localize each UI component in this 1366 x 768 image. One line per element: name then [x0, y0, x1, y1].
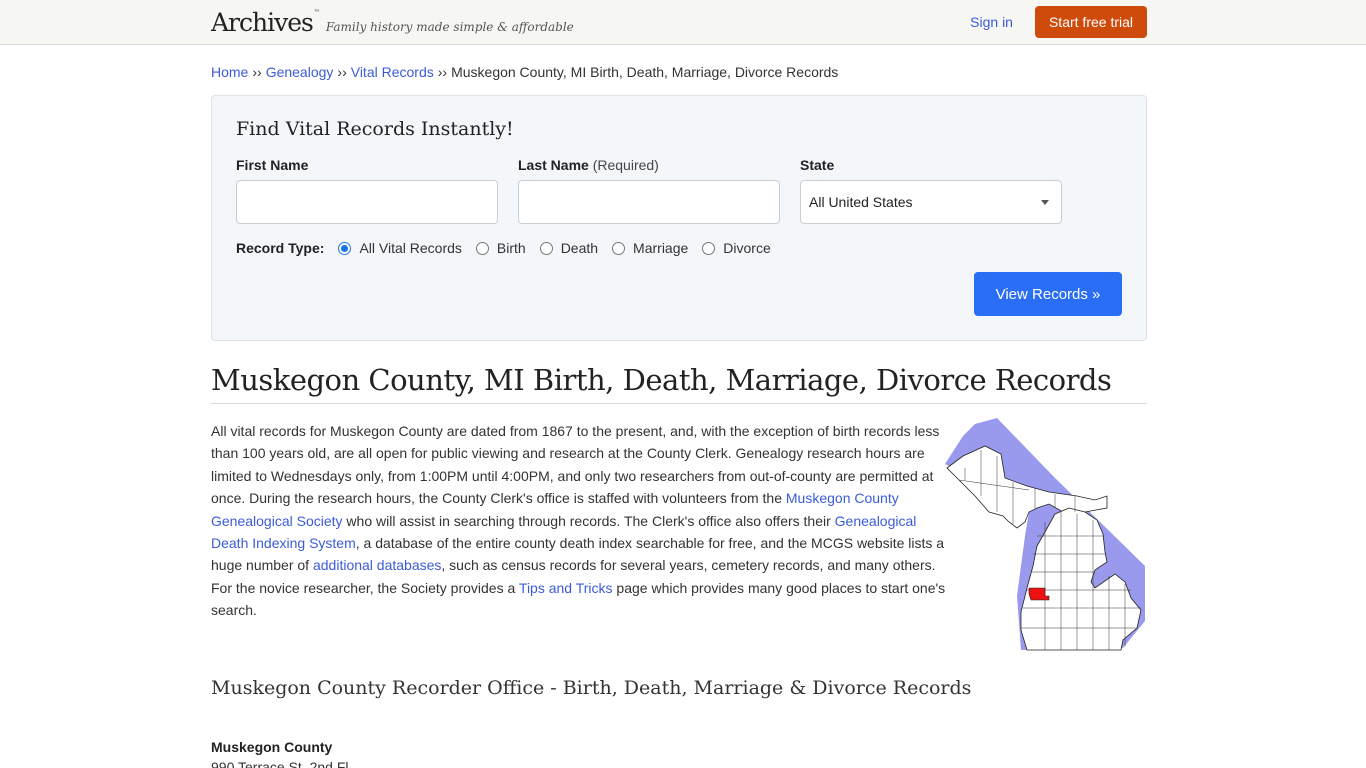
radio-button[interactable]: [475, 241, 489, 255]
state-label: State: [800, 157, 835, 173]
chevron-down-icon: [1041, 199, 1049, 205]
record-type-group: Record Type: All Vital Records Birth Dea…: [236, 240, 1122, 256]
recorder-office-section-title: Muskegon County Recorder Office - Birth,…: [211, 676, 972, 699]
vital-records-search-form: Find Vital Records Instantly! First Name…: [211, 95, 1147, 341]
office-address: 990 Terrace St, 2nd Fl: [211, 758, 349, 768]
radio-birth[interactable]: Birth: [475, 240, 526, 256]
archives-logo[interactable]: Archives™: [211, 9, 320, 35]
first-name-input[interactable]: [236, 180, 498, 224]
office-name: Muskegon County: [211, 738, 333, 755]
radio-marriage[interactable]: Marriage: [612, 240, 688, 256]
breadcrumb: Home ›› Genealogy ›› Vital Records ›› Muskegon…: [211, 64, 1147, 82]
breadcrumb-vital-records[interactable]: Vital Records: [351, 64, 434, 80]
michigan-county-map: [945, 418, 1145, 651]
last-name-input[interactable]: [518, 180, 780, 224]
radio-divorce[interactable]: Divorce: [702, 240, 771, 256]
top-navigation-bar: Archives™ Family history made simple & a…: [0, 0, 1366, 45]
breadcrumb-home[interactable]: Home: [211, 64, 248, 80]
state-select[interactable]: All United States: [800, 180, 1062, 224]
brand: Archives™ Family history made simple & a…: [211, 9, 574, 35]
breadcrumb-separator: ››: [252, 64, 262, 80]
breadcrumb-genealogy[interactable]: Genealogy: [266, 64, 334, 80]
last-name-label: Last Name (Required): [518, 157, 659, 173]
breadcrumb-separator: ››: [337, 64, 347, 80]
radio-button[interactable]: [702, 241, 716, 255]
breadcrumb-current: Muskegon County, MI Birth, Death, Marria…: [451, 64, 839, 80]
tagline: Family history made simple & affordable: [325, 19, 574, 34]
radio-death[interactable]: Death: [539, 240, 598, 256]
additional-databases-link[interactable]: additional databases: [313, 557, 441, 573]
radio-button[interactable]: [612, 241, 626, 255]
start-free-trial-button[interactable]: Start free trial: [1034, 6, 1147, 38]
intro-paragraph: All vital records for Muskegon County ar…: [211, 423, 946, 619]
sign-in-link[interactable]: Sign in: [970, 14, 1013, 30]
radio-button-checked[interactable]: [338, 241, 352, 255]
page-title: Muskegon County, MI Birth, Death, Marria…: [211, 363, 1147, 404]
search-form-title: Find Vital Records Instantly!: [236, 118, 514, 140]
tips-and-tricks-link[interactable]: Tips and Tricks: [519, 580, 613, 596]
first-name-label: First Name: [236, 157, 309, 173]
record-type-label: Record Type:: [236, 240, 325, 256]
radio-all-vital-records[interactable]: All Vital Records: [338, 240, 462, 256]
radio-button[interactable]: [539, 241, 553, 255]
view-records-button[interactable]: View Records »: [974, 272, 1122, 316]
breadcrumb-separator: ››: [437, 64, 448, 80]
